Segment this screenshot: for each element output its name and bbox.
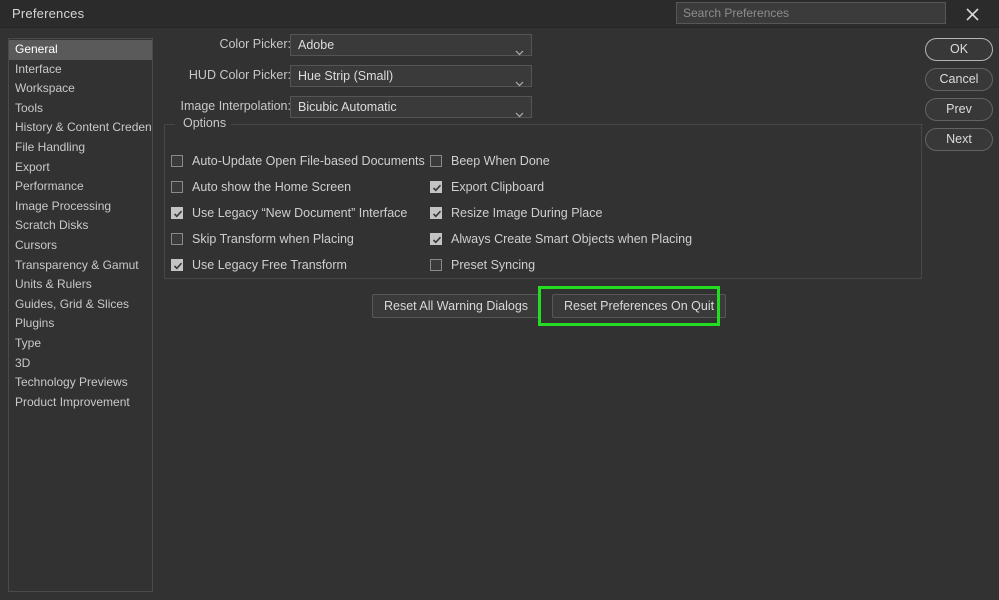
checkbox[interactable] [171,233,183,245]
option-label: Auto show the Home Screen [192,180,352,194]
close-icon [965,7,980,22]
checkbox[interactable] [430,181,442,193]
hud-color-picker-row: HUD Color Picker: Hue Strip (Small) [160,65,930,88]
sidebar-item-general[interactable]: General [9,40,152,60]
color-picker-label: Color Picker: [219,37,291,51]
preferences-dialog: Preferences General Interface Workspace … [0,0,999,600]
option-label: Preset Syncing [451,258,536,272]
image-interpolation-row: Image Interpolation: Bicubic Automatic [160,96,930,119]
option-skip-transform-when-placing[interactable]: Skip Transform when Placing [171,226,431,252]
search-input[interactable] [676,2,946,24]
option-export-clipboard[interactable]: Export Clipboard [430,174,760,200]
checkbox[interactable] [171,181,183,193]
page-title: Preferences [12,6,85,21]
sidebar-item-export[interactable]: Export [9,158,152,178]
dialog-actions: OK Cancel Prev Next [925,38,993,158]
group-border-left [165,124,175,125]
sidebar-item-units-rulers[interactable]: Units & Rulers [9,275,152,295]
color-picker-row: Color Picker: Adobe [160,34,930,57]
general-settings-panel: Color Picker: Adobe HUD Color Picker: Hu… [160,34,930,326]
option-label: Use Legacy “New Document” Interface [192,206,408,220]
sidebar-item-3d[interactable]: 3D [9,354,152,374]
chevron-down-icon [515,105,524,123]
options-legend: Options [179,116,231,130]
sidebar-item-cursors[interactable]: Cursors [9,236,152,256]
option-label: Auto-Update Open File-based Documents [192,154,425,168]
checkbox[interactable] [430,155,442,167]
option-label: Always Create Smart Objects when Placing [451,232,693,246]
sidebar-item-history-content-credentials[interactable]: History & Content Credentials [9,118,152,138]
option-beep-when-done[interactable]: Beep When Done [430,148,760,174]
hud-color-picker-value: Hue Strip (Small) [298,69,394,83]
checkbox[interactable] [171,155,183,167]
reset-preferences-on-quit-button[interactable]: Reset Preferences On Quit [552,294,727,318]
hud-color-picker-label: HUD Color Picker: [188,68,291,82]
sidebar-item-plugins[interactable]: Plugins [9,314,152,334]
color-picker-select[interactable]: Adobe [290,34,532,56]
chevron-down-icon [515,74,524,92]
sidebar-item-technology-previews[interactable]: Technology Previews [9,373,152,393]
option-auto-update-open-file-based-documents[interactable]: Auto-Update Open File-based Documents [171,148,431,174]
option-always-create-smart-objects-when-placing[interactable]: Always Create Smart Objects when Placing [430,226,760,252]
reset-buttons-row: Reset All Warning Dialogs Reset Preferen… [160,286,930,326]
options-group: Options Auto-Update Open File-based Docu… [164,116,923,279]
next-button[interactable]: Next [925,128,993,151]
chevron-down-icon [515,43,524,61]
option-use-legacy-new-document-interface[interactable]: Use Legacy “New Document” Interface [171,200,431,226]
sidebar-item-interface[interactable]: Interface [9,60,152,80]
sidebar-item-performance[interactable]: Performance [9,177,152,197]
sidebar-item-scratch-disks[interactable]: Scratch Disks [9,216,152,236]
option-label: Resize Image During Place [451,206,603,220]
sidebar-item-product-improvement[interactable]: Product Improvement [9,393,152,413]
option-label: Skip Transform when Placing [192,232,354,246]
checkbox[interactable] [430,233,442,245]
checkbox[interactable] [171,259,183,271]
option-resize-image-during-place[interactable]: Resize Image During Place [430,200,760,226]
title-bar: Preferences [0,0,999,28]
prev-button[interactable]: Prev [925,98,993,121]
reset-all-warning-dialogs-button[interactable]: Reset All Warning Dialogs [372,294,541,318]
sidebar-item-type[interactable]: Type [9,334,152,354]
hud-color-picker-select[interactable]: Hue Strip (Small) [290,65,532,87]
option-preset-syncing[interactable]: Preset Syncing [430,252,760,278]
sidebar-item-file-handling[interactable]: File Handling [9,138,152,158]
cancel-button[interactable]: Cancel [925,68,993,91]
options-left-column: Auto-Update Open File-based Documents Au… [171,148,431,278]
checkbox[interactable] [430,207,442,219]
color-picker-value: Adobe [298,38,335,52]
option-label: Export Clipboard [451,180,545,194]
checkbox[interactable] [171,207,183,219]
image-interpolation-label: Image Interpolation: [180,99,292,113]
image-interpolation-select[interactable]: Bicubic Automatic [290,96,532,118]
sidebar-item-guides-grid-slices[interactable]: Guides, Grid & Slices [9,295,152,315]
checkbox[interactable] [430,259,442,271]
option-use-legacy-free-transform[interactable]: Use Legacy Free Transform [171,252,431,278]
ok-button[interactable]: OK [925,38,993,61]
option-auto-show-the-home-screen[interactable]: Auto show the Home Screen [171,174,431,200]
sidebar-item-image-processing[interactable]: Image Processing [9,197,152,217]
option-label: Use Legacy Free Transform [192,258,347,272]
sidebar-item-tools[interactable]: Tools [9,99,152,119]
sidebar-item-workspace[interactable]: Workspace [9,79,152,99]
option-label: Beep When Done [451,154,550,168]
close-button[interactable] [958,2,986,26]
image-interpolation-value: Bicubic Automatic [298,100,397,114]
sidebar-item-transparency-gamut[interactable]: Transparency & Gamut [9,256,152,276]
group-border-right [231,124,923,125]
category-sidebar[interactable]: General Interface Workspace Tools Histor… [8,38,153,592]
options-right-column: Beep When Done Export Clipboard Resize I… [430,148,760,278]
